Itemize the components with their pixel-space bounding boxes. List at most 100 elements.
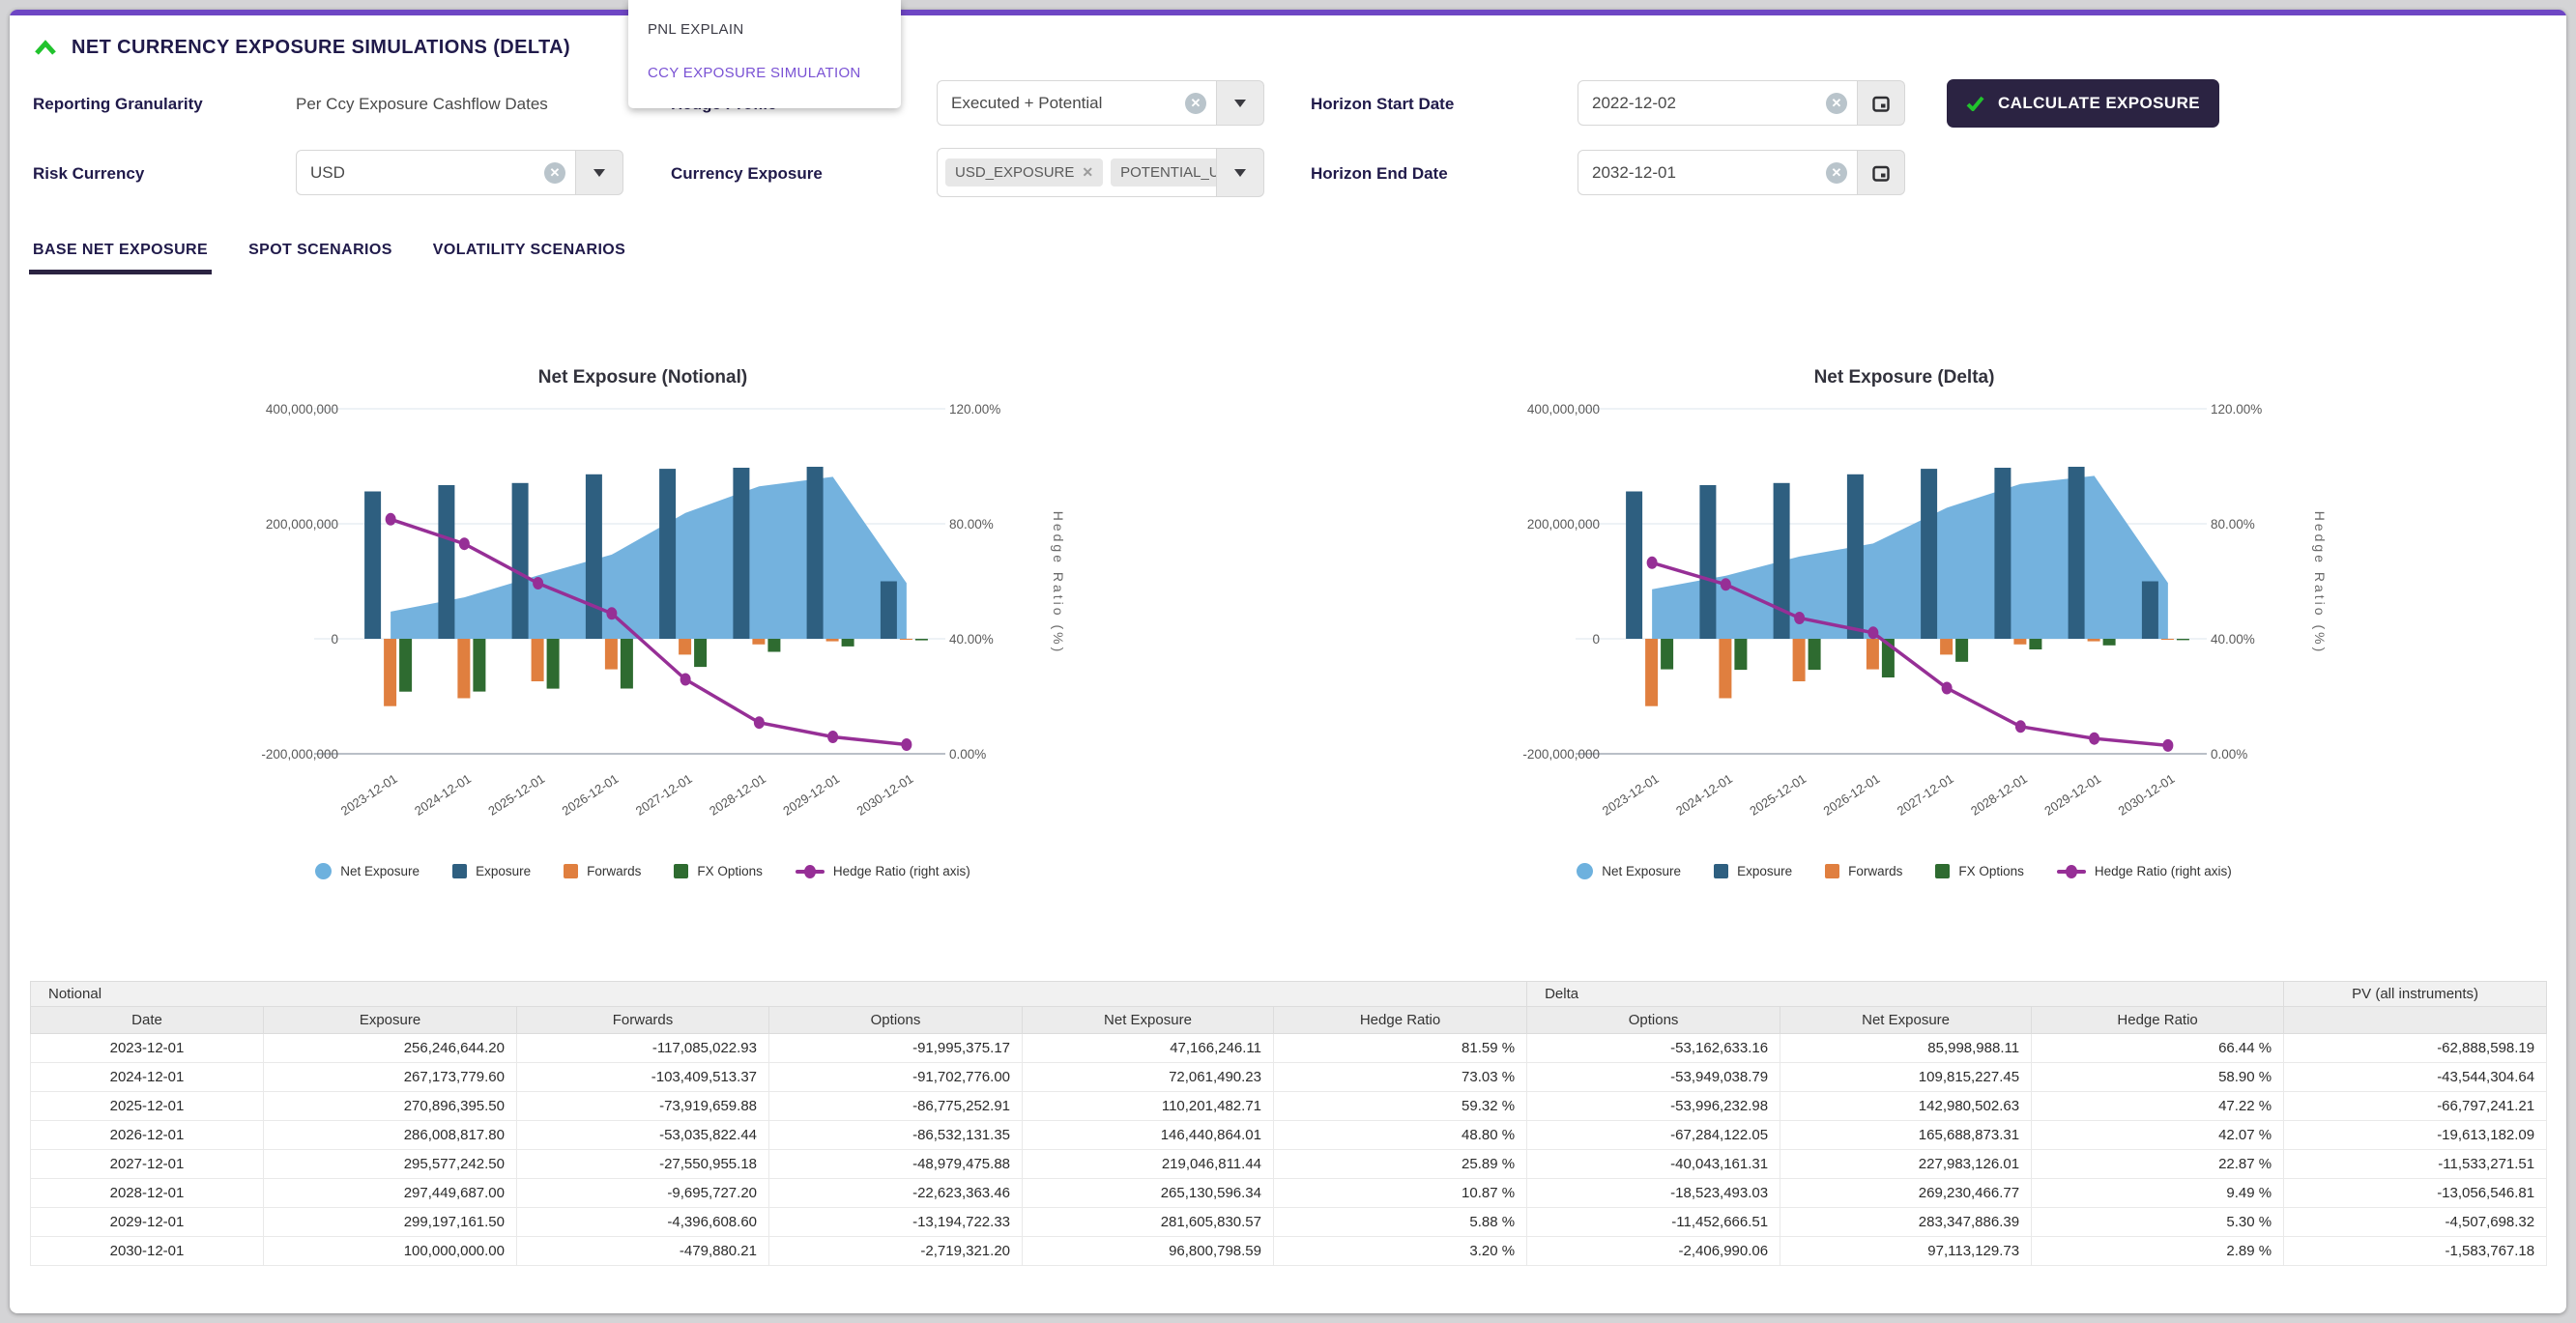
legend-label: Net Exposure: [1602, 864, 1681, 878]
currency-exposure-label: Currency Exposure: [671, 164, 823, 184]
table-cell: 10.87 %: [1274, 1179, 1527, 1208]
table-cell: -479,880.21: [517, 1237, 769, 1266]
horizon-end-label: Horizon End Date: [1311, 164, 1448, 184]
svg-text:0: 0: [1592, 632, 1600, 647]
table-cell: 110,201,482.71: [1023, 1092, 1274, 1121]
horizon-end-clear-icon[interactable]: ✕: [1826, 162, 1847, 184]
legend-item-fx-options[interactable]: FX Options: [1935, 864, 2024, 878]
chart-notional-legend: Net Exposure Exposure Forwards FX Options He…: [213, 863, 1073, 879]
legend-item-exposure[interactable]: Exposure: [452, 864, 531, 878]
risk-currency-clear-icon[interactable]: ✕: [544, 162, 565, 184]
table-cell: 42.07 %: [2032, 1121, 2284, 1150]
exposure-table-wrap: NotionalDeltaPV (all instruments)DateExp…: [30, 981, 2547, 1266]
table-cell: 22.87 %: [2032, 1150, 2284, 1179]
legend-label: FX Options: [1958, 864, 2024, 878]
legend-item-forwards[interactable]: Forwards: [1825, 864, 1902, 878]
risk-currency-dropdown-button[interactable]: [576, 150, 623, 195]
table-cell: 227,983,126.01: [1780, 1150, 2032, 1179]
legend-item-fx-options[interactable]: FX Options: [674, 864, 763, 878]
svg-text:120.00%: 120.00%: [2211, 402, 2262, 417]
table-cell: 146,440,864.01: [1023, 1121, 1274, 1150]
horizon-start-value[interactable]: 2022-12-02: [1592, 94, 1826, 113]
legend-item-hedge-ratio-right-axis[interactable]: Hedge Ratio (right axis): [2057, 864, 2232, 878]
svg-text:120.00%: 120.00%: [949, 402, 1000, 417]
menu-item[interactable]: CCY EXPOSURE SIMULATION: [628, 51, 901, 95]
table-column-header: [2284, 1007, 2547, 1034]
table-cell: 297,449,687.00: [264, 1179, 517, 1208]
svg-text:400,000,000: 400,000,000: [266, 402, 338, 417]
table-cell: -13,056,546.81: [2284, 1179, 2547, 1208]
legend-item-exposure[interactable]: Exposure: [1714, 864, 1792, 878]
hedge-profile-select[interactable]: Executed + Potential ✕: [937, 80, 1264, 126]
table-cell: -18,523,493.03: [1527, 1179, 1780, 1208]
horizon-start-input-group[interactable]: 2022-12-02 ✕: [1577, 80, 1905, 126]
table-row: 2025-12-01270,896,395.50-73,919,659.88-8…: [31, 1092, 2547, 1121]
svg-text:2027-12-01: 2027-12-01: [633, 771, 695, 819]
legend-label: Hedge Ratio (right axis): [833, 864, 970, 878]
table-column-header: Net Exposure: [1023, 1007, 1274, 1034]
table-cell: -53,996,232.98: [1527, 1092, 1780, 1121]
horizon-end-calendar-button[interactable]: [1858, 150, 1905, 195]
table-cell: 9.49 %: [2032, 1179, 2284, 1208]
table-cell: -13,194,722.33: [769, 1208, 1023, 1237]
calculate-exposure-label: CALCULATE EXPOSURE: [1998, 94, 2200, 113]
table-cell: -103,409,513.37: [517, 1063, 769, 1092]
chart-delta-legend: Net Exposure Exposure Forwards FX Options He…: [1474, 863, 2334, 879]
horizon-start-clear-icon[interactable]: ✕: [1826, 93, 1847, 114]
hedge-profile-clear-icon[interactable]: ✕: [1185, 93, 1206, 114]
horizon-end-input-group[interactable]: 2032-12-01 ✕: [1577, 150, 1905, 195]
svg-text:80.00%: 80.00%: [949, 517, 994, 532]
currency-exposure-dropdown-button[interactable]: [1217, 148, 1264, 197]
table-cell: 295,577,242.50: [264, 1150, 517, 1179]
tab-spot-scenarios[interactable]: SPOT SCENARIOS: [248, 242, 392, 274]
svg-text:0.00%: 0.00%: [2211, 747, 2247, 762]
risk-currency-select[interactable]: USD ✕: [296, 150, 623, 195]
tab-volatility-scenarios[interactable]: VOLATILITY SCENARIOS: [433, 242, 625, 274]
table-cell: -4,396,608.60: [517, 1208, 769, 1237]
hedge-profile-dropdown-button[interactable]: [1217, 80, 1264, 126]
legend-item-net-exposure[interactable]: Net Exposure: [315, 863, 420, 879]
table-cell: -86,532,131.35: [769, 1121, 1023, 1150]
table-cell: 256,246,644.20: [264, 1034, 517, 1063]
table-cell: 165,688,873.31: [1780, 1121, 2032, 1150]
horizon-end-value[interactable]: 2032-12-01: [1592, 163, 1826, 183]
page-background: NET CURRENCY EXPOSURE SIMULATIONS (DELTA…: [0, 0, 2576, 1323]
tab-base-net-exposure[interactable]: BASE NET EXPOSURE: [33, 242, 208, 274]
table-cell: 269,230,466.77: [1780, 1179, 2032, 1208]
legend-swatch-icon: [1935, 864, 1950, 878]
table-cell: -66,797,241.21: [2284, 1092, 2547, 1121]
svg-text:2026-12-01: 2026-12-01: [560, 771, 622, 819]
legend-item-hedge-ratio-right-axis[interactable]: Hedge Ratio (right axis): [796, 864, 970, 878]
legend-label: Forwards: [587, 864, 641, 878]
table-cell: 66.44 %: [2032, 1034, 2284, 1063]
menu-item[interactable]: PNL EXPLAIN: [628, 8, 901, 51]
table-cell: 73.03 %: [1274, 1063, 1527, 1092]
legend-item-net-exposure[interactable]: Net Exposure: [1577, 863, 1681, 879]
table-column-header: Hedge Ratio: [2032, 1007, 2284, 1034]
currency-exposure-multiselect[interactable]: USD_EXPOSURE✕ POTENTIAL_U: [937, 148, 1264, 197]
table-cell: 2028-12-01: [31, 1179, 264, 1208]
calculate-exposure-button[interactable]: CALCULATE EXPOSURE: [1947, 79, 2219, 128]
table-cell: 2.89 %: [2032, 1237, 2284, 1266]
legend-swatch-icon: [1825, 864, 1839, 878]
currency-exposure-chip[interactable]: POTENTIAL_U: [1111, 158, 1217, 187]
table-cell: 2025-12-01: [31, 1092, 264, 1121]
currency-exposure-chip[interactable]: USD_EXPOSURE✕: [945, 158, 1103, 187]
legend-swatch-icon: [2057, 865, 2086, 878]
legend-swatch-icon: [796, 865, 825, 878]
table-cell: -2,406,990.06: [1527, 1237, 1780, 1266]
horizon-start-calendar-button[interactable]: [1858, 80, 1905, 126]
chip-remove-icon[interactable]: ✕: [1082, 164, 1093, 181]
table-cell: 25.89 %: [1274, 1150, 1527, 1179]
svg-text:-200,000,000: -200,000,000: [1522, 747, 1600, 762]
table-row: 2024-12-01267,173,779.60-103,409,513.37-…: [31, 1063, 2547, 1092]
table-cell: 59.32 %: [1274, 1092, 1527, 1121]
chip-label: POTENTIAL_U: [1120, 164, 1217, 181]
legend-item-forwards[interactable]: Forwards: [564, 864, 641, 878]
table-column-header: Net Exposure: [1780, 1007, 2032, 1034]
table-cell: 72,061,490.23: [1023, 1063, 1274, 1092]
svg-text:2029-12-01: 2029-12-01: [780, 771, 842, 819]
table-cell: -91,702,776.00: [769, 1063, 1023, 1092]
table-cell: -53,035,822.44: [517, 1121, 769, 1150]
table-cell: 85,998,988.11: [1780, 1034, 2032, 1063]
